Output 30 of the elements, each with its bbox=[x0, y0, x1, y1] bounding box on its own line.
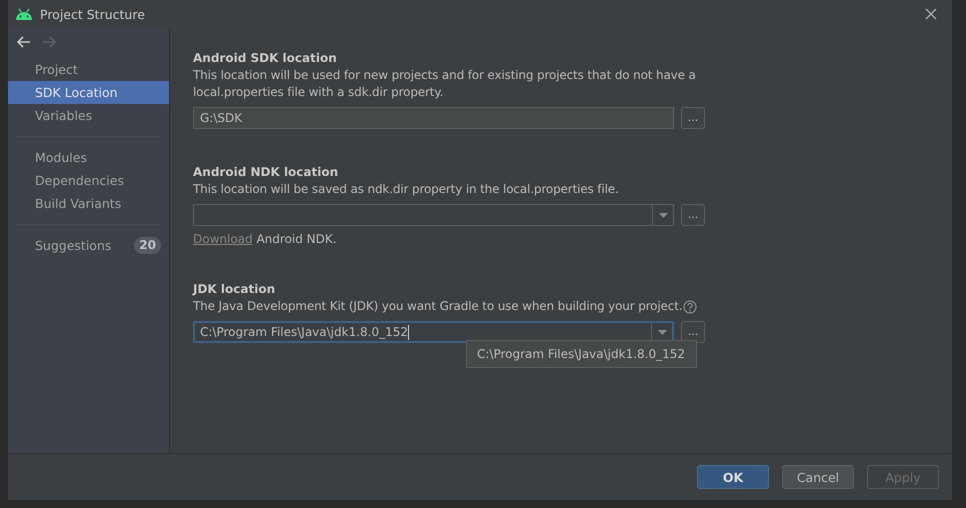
sidebar-item[interactable]: Modules bbox=[8, 146, 169, 169]
section-heading: Android NDK location bbox=[193, 164, 340, 181]
section-heading: Android SDK location bbox=[193, 50, 338, 67]
browse-button[interactable]: ... bbox=[681, 107, 705, 129]
dropdown-arrow-icon bbox=[658, 212, 668, 218]
sidebar-item[interactable]: Project bbox=[8, 58, 169, 81]
combo-box[interactable]: C:\Program Files\Java\jdk1.8.0_152 bbox=[193, 321, 674, 343]
dialog-button[interactable]: Cancel bbox=[782, 465, 854, 489]
download-link[interactable]: Download bbox=[193, 232, 253, 246]
back-arrow-icon[interactable] bbox=[16, 35, 30, 49]
description-text: This location will be used for new projects and for existing projects that do not have a local.properties file with a sdk.dir property. bbox=[193, 67, 697, 101]
browse-button[interactable]: ... bbox=[681, 321, 705, 343]
sidebar-item[interactable]: Build Variants bbox=[8, 192, 169, 215]
sidebar-item[interactable]: Suggestions 20 bbox=[8, 234, 169, 257]
section-heading: JDK location bbox=[193, 281, 276, 298]
dialog-button[interactable]: OK bbox=[697, 465, 769, 489]
input-field[interactable]: G:\SDK bbox=[193, 107, 674, 129]
browse-button[interactable]: ... bbox=[681, 204, 705, 226]
sidebar-item[interactable]: Variables bbox=[8, 104, 169, 127]
android-logo-icon bbox=[15, 8, 33, 20]
count-badge: 20 bbox=[134, 237, 161, 254]
description-text: This location will be saved as ndk.dir property in the local.properties file. bbox=[193, 181, 619, 198]
suggestion-popup[interactable]: C:\Program Files\Java\jdk1.8.0_152 bbox=[466, 340, 698, 368]
window-title: Project Structure bbox=[40, 6, 146, 22]
description-text: The Java Development Kit (JDK) you want Gradle to use when building your project. bbox=[193, 298, 682, 315]
link-suffix-text: Android NDK. bbox=[255, 232, 337, 246]
dropdown-arrow-icon bbox=[658, 330, 666, 334]
sidebar-item[interactable]: SDK Location bbox=[8, 81, 169, 104]
close-icon[interactable] bbox=[925, 8, 937, 20]
sidebar-item[interactable]: Dependencies bbox=[8, 169, 169, 192]
